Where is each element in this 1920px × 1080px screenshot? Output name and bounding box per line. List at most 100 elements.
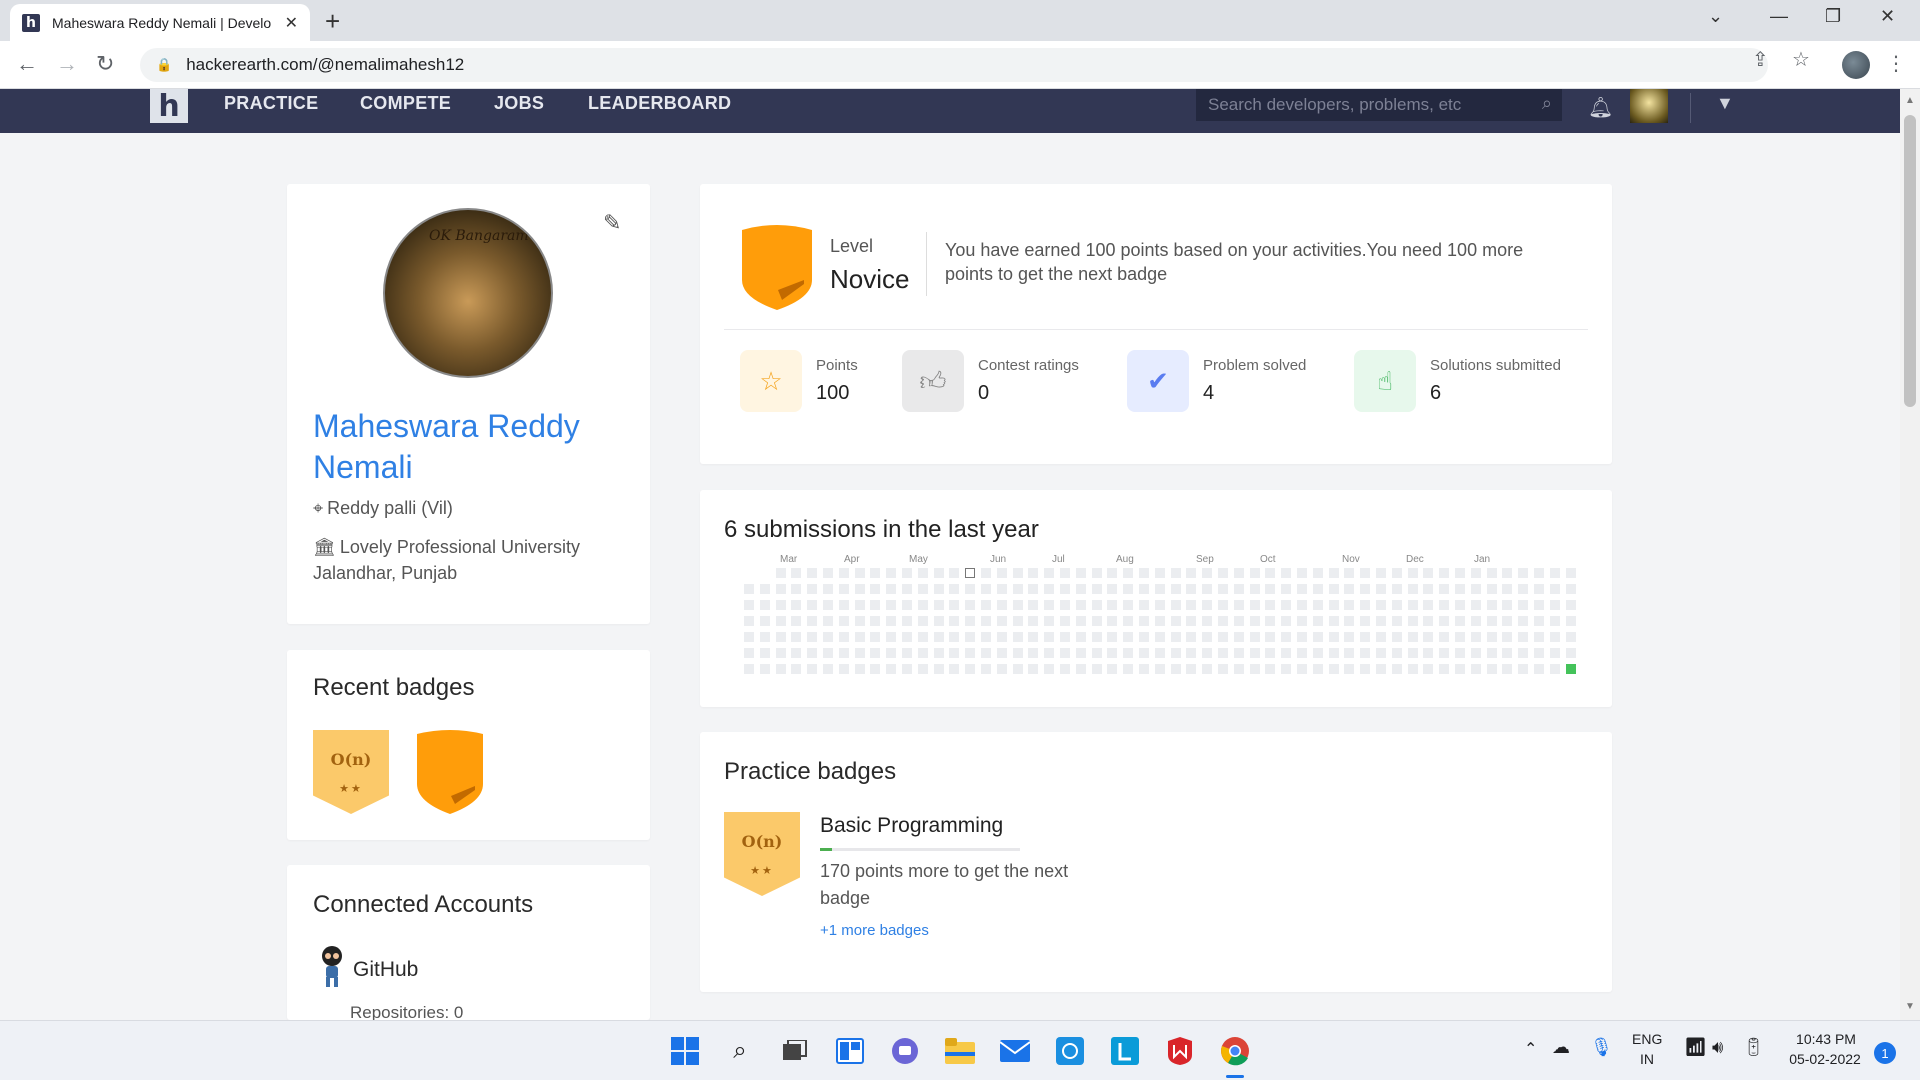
- heatmap-day-cell[interactable]: [1407, 616, 1418, 626]
- heatmap-day-cell[interactable]: [1075, 568, 1086, 578]
- url-text[interactable]: hackerearth.com/@nemalimahesh12: [186, 55, 464, 75]
- heatmap-day-cell[interactable]: [886, 648, 897, 658]
- heatmap-day-cell[interactable]: [838, 632, 849, 642]
- heatmap-day-cell[interactable]: [1012, 568, 1023, 578]
- heatmap-day-cell[interactable]: [1439, 584, 1450, 594]
- badge-shield-icon[interactable]: [411, 730, 489, 816]
- heatmap-day-cell[interactable]: [1139, 584, 1149, 594]
- heatmap-day-cell[interactable]: [1249, 616, 1260, 626]
- heatmap-day-cell[interactable]: [1297, 648, 1307, 658]
- close-window-icon[interactable]: ✕: [1880, 6, 1895, 27]
- heatmap-day-cell[interactable]: [1534, 568, 1544, 578]
- heatmap-day-cell[interactable]: [870, 664, 881, 674]
- heatmap-day-cell[interactable]: [1518, 600, 1529, 610]
- heatmap-day-cell[interactable]: [1091, 568, 1102, 578]
- heatmap-day-cell[interactable]: [823, 584, 833, 594]
- heatmap-day-cell[interactable]: [949, 632, 960, 642]
- heatmap-day-cell[interactable]: [1123, 616, 1134, 626]
- minimize-icon[interactable]: —: [1770, 6, 1788, 27]
- heatmap-day-cell[interactable]: [933, 648, 944, 658]
- heatmap-day-cell[interactable]: [1265, 632, 1276, 642]
- heatmap-day-cell[interactable]: [1455, 568, 1465, 578]
- heatmap-day-cell[interactable]: [1312, 664, 1323, 674]
- heatmap-day-cell[interactable]: [1202, 632, 1213, 642]
- mail-icon[interactable]: [999, 1035, 1031, 1067]
- heatmap-day-cell[interactable]: [1028, 600, 1039, 610]
- heatmap-day-cell[interactable]: [1012, 632, 1023, 642]
- heatmap-day-cell[interactable]: [870, 616, 881, 626]
- heatmap-day-cell[interactable]: [1565, 648, 1576, 658]
- heatmap-day-cell[interactable]: [744, 584, 754, 594]
- heatmap-day-cell[interactable]: [1154, 568, 1165, 578]
- heatmap-day-cell[interactable]: [965, 632, 976, 642]
- heatmap-day-cell[interactable]: [1502, 600, 1513, 610]
- heatmap-day-cell[interactable]: [1376, 664, 1386, 674]
- heatmap-day-cell[interactable]: [1060, 584, 1070, 594]
- browser-profile-avatar[interactable]: [1842, 51, 1870, 79]
- heatmap-day-cell[interactable]: [759, 648, 770, 658]
- heatmap-day-cell[interactable]: [870, 632, 881, 642]
- heatmap-day-cell[interactable]: [902, 648, 912, 658]
- heatmap-day-cell[interactable]: [1423, 648, 1434, 658]
- site-search-input[interactable]: [1208, 95, 1518, 115]
- heatmap-day-cell[interactable]: [1202, 616, 1213, 626]
- heatmap-day-cell[interactable]: [823, 648, 833, 658]
- heatmap-day-cell[interactable]: [1233, 584, 1244, 594]
- heatmap-day-cell[interactable]: [870, 568, 881, 578]
- heatmap-day-cell[interactable]: [1202, 648, 1213, 658]
- heatmap-day-cell[interactable]: [949, 584, 960, 594]
- heatmap-day-cell[interactable]: [823, 664, 833, 674]
- heatmap-day-cell[interactable]: [1012, 600, 1023, 610]
- heatmap-day-cell[interactable]: [1549, 584, 1560, 594]
- heatmap-day-cell[interactable]: [823, 632, 833, 642]
- heatmap-day-cell[interactable]: [917, 664, 928, 674]
- heatmap-day-cell[interactable]: [933, 632, 944, 642]
- heatmap-day-cell[interactable]: [965, 648, 976, 658]
- heatmap-day-cell[interactable]: [1486, 600, 1497, 610]
- heatmap-day-cell[interactable]: [1360, 584, 1371, 594]
- heatmap-day-cell[interactable]: [1281, 600, 1292, 610]
- heatmap-day-cell[interactable]: [1391, 648, 1402, 658]
- heatmap-day-cell[interactable]: [1123, 568, 1134, 578]
- heatmap-day-cell[interactable]: [838, 584, 849, 594]
- heatmap-day-cell[interactable]: [1265, 648, 1276, 658]
- heatmap-day-cell[interactable]: [1344, 600, 1355, 610]
- reload-icon[interactable]: ↻: [96, 51, 114, 77]
- heatmap-day-cell[interactable]: [1565, 584, 1576, 594]
- heatmap-day-cell[interactable]: [1534, 664, 1544, 674]
- heatmap-day-cell[interactable]: [1139, 568, 1149, 578]
- heatmap-day-cell[interactable]: [1534, 648, 1544, 658]
- heatmap-day-cell[interactable]: [1044, 584, 1055, 594]
- heatmap-day-cell[interactable]: [886, 584, 897, 594]
- heatmap-day-cell[interactable]: [1312, 632, 1323, 642]
- battery-icon[interactable]: 🔋︎: [1742, 1037, 1765, 1058]
- heatmap-day-cell[interactable]: [744, 600, 754, 610]
- heatmap-day-cell[interactable]: [759, 664, 770, 674]
- back-icon[interactable]: ←: [16, 51, 38, 77]
- heatmap-day-cell[interactable]: [1455, 600, 1465, 610]
- heatmap-day-cell[interactable]: [917, 632, 928, 642]
- heatmap-day-cell[interactable]: [1470, 584, 1481, 594]
- heatmap-day-cell[interactable]: [1028, 632, 1039, 642]
- heatmap-day-cell[interactable]: [775, 600, 786, 610]
- heatmap-day-cell[interactable]: [791, 600, 802, 610]
- heatmap-day-cell[interactable]: [1281, 568, 1292, 578]
- heatmap-day-cell[interactable]: [1044, 568, 1055, 578]
- heatmap-day-cell[interactable]: [1344, 584, 1355, 594]
- heatmap-day-cell[interactable]: [1091, 600, 1102, 610]
- heatmap-day-cell[interactable]: [1328, 648, 1339, 658]
- heatmap-day-cell[interactable]: [1297, 632, 1307, 642]
- heatmap-day-cell[interactable]: [1060, 568, 1070, 578]
- heatmap-day-cell[interactable]: [1060, 664, 1070, 674]
- heatmap-day-cell[interactable]: [1123, 664, 1134, 674]
- search-taskbar-icon[interactable]: ⌕: [724, 1035, 756, 1067]
- clock-date[interactable]: 05-02-2022: [1780, 1051, 1870, 1067]
- heatmap-day-cell[interactable]: [823, 568, 833, 578]
- heatmap-day-cell[interactable]: [1391, 632, 1402, 642]
- heatmap-day-cell[interactable]: [1407, 600, 1418, 610]
- heatmap-day-cell[interactable]: [917, 616, 928, 626]
- heatmap-day-cell[interactable]: [1297, 584, 1307, 594]
- heatmap-day-cell[interactable]: [1407, 584, 1418, 594]
- heatmap-day-cell[interactable]: [981, 616, 991, 626]
- heatmap-day-cell[interactable]: [981, 664, 991, 674]
